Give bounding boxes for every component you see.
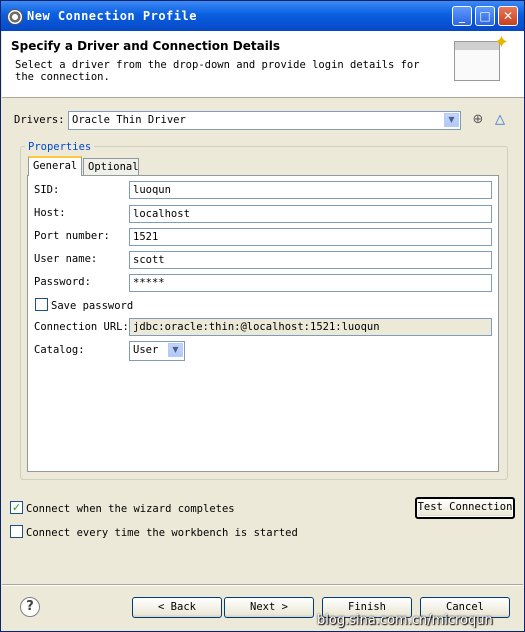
- close-button[interactable]: ✕: [498, 6, 518, 26]
- chevron-down-icon[interactable]: ▼: [168, 343, 183, 357]
- connect-wizard-label: Connect when the wizard completes: [26, 503, 235, 515]
- maximize-button[interactable]: □: [475, 6, 495, 26]
- wizard-header: Specify a Driver and Connection Details …: [2, 31, 524, 98]
- drivers-value: Oracle Thin Driver: [72, 114, 186, 126]
- connect-startup-label: Connect every time the workbench is star…: [26, 527, 298, 539]
- catalog-value: User: [133, 344, 159, 356]
- properties-label: Properties: [25, 141, 95, 153]
- wizard-banner-icon: ✦: [454, 32, 509, 81]
- page-description: Select a driver from the drop-down and p…: [15, 59, 420, 83]
- connection-url-field: jdbc:oracle:thin:@localhost:1521:luoqun: [129, 318, 492, 336]
- save-password-checkbox[interactable]: [35, 298, 48, 311]
- back-button[interactable]: < Back: [132, 597, 222, 618]
- test-connection-button[interactable]: Test Connection: [415, 497, 515, 519]
- save-password-label: Save password: [51, 300, 134, 312]
- window-title: New Connection Profile: [27, 9, 197, 23]
- drivers-dropdown[interactable]: Oracle Thin Driver ▼: [68, 111, 461, 130]
- dialog-window: New Connection Profile _ □ ✕ Specify a D…: [0, 0, 525, 632]
- username-label: User name:: [34, 253, 98, 265]
- tab-optional[interactable]: Optional: [83, 158, 139, 176]
- host-input[interactable]: localhost: [129, 205, 492, 223]
- app-icon: [7, 9, 23, 25]
- sid-input[interactable]: luoqun: [129, 181, 492, 199]
- port-label: Port number:: [34, 230, 110, 242]
- edit-driver-icon[interactable]: △: [493, 113, 507, 127]
- new-driver-icon[interactable]: ⊕: [471, 113, 485, 127]
- password-input[interactable]: *****: [129, 274, 492, 292]
- connect-wizard-checkbox[interactable]: ✓: [10, 501, 23, 514]
- sid-label: SID:: [34, 184, 60, 196]
- catalog-dropdown[interactable]: User ▼: [129, 341, 185, 361]
- password-label: Password:: [34, 276, 91, 288]
- tab-general[interactable]: General: [28, 156, 82, 176]
- port-input[interactable]: 1521: [129, 228, 492, 246]
- host-label: Host:: [34, 207, 66, 219]
- page-title: Specify a Driver and Connection Details: [11, 39, 281, 53]
- title-bar[interactable]: New Connection Profile _ □ ✕: [1, 1, 524, 31]
- minimize-button[interactable]: _: [452, 6, 472, 26]
- help-icon[interactable]: ?: [20, 597, 40, 617]
- username-input[interactable]: scott: [129, 251, 492, 269]
- watermark: blog.sina.com.cn/microqun: [317, 613, 493, 628]
- drivers-label: Drivers:: [14, 114, 65, 126]
- connect-startup-checkbox[interactable]: [10, 525, 23, 538]
- catalog-label: Catalog:: [34, 344, 85, 356]
- next-button[interactable]: Next >: [224, 597, 314, 618]
- button-bar-separator: [2, 584, 523, 586]
- chevron-down-icon[interactable]: ▼: [444, 113, 459, 127]
- connection-url-label: Connection URL:: [34, 321, 129, 333]
